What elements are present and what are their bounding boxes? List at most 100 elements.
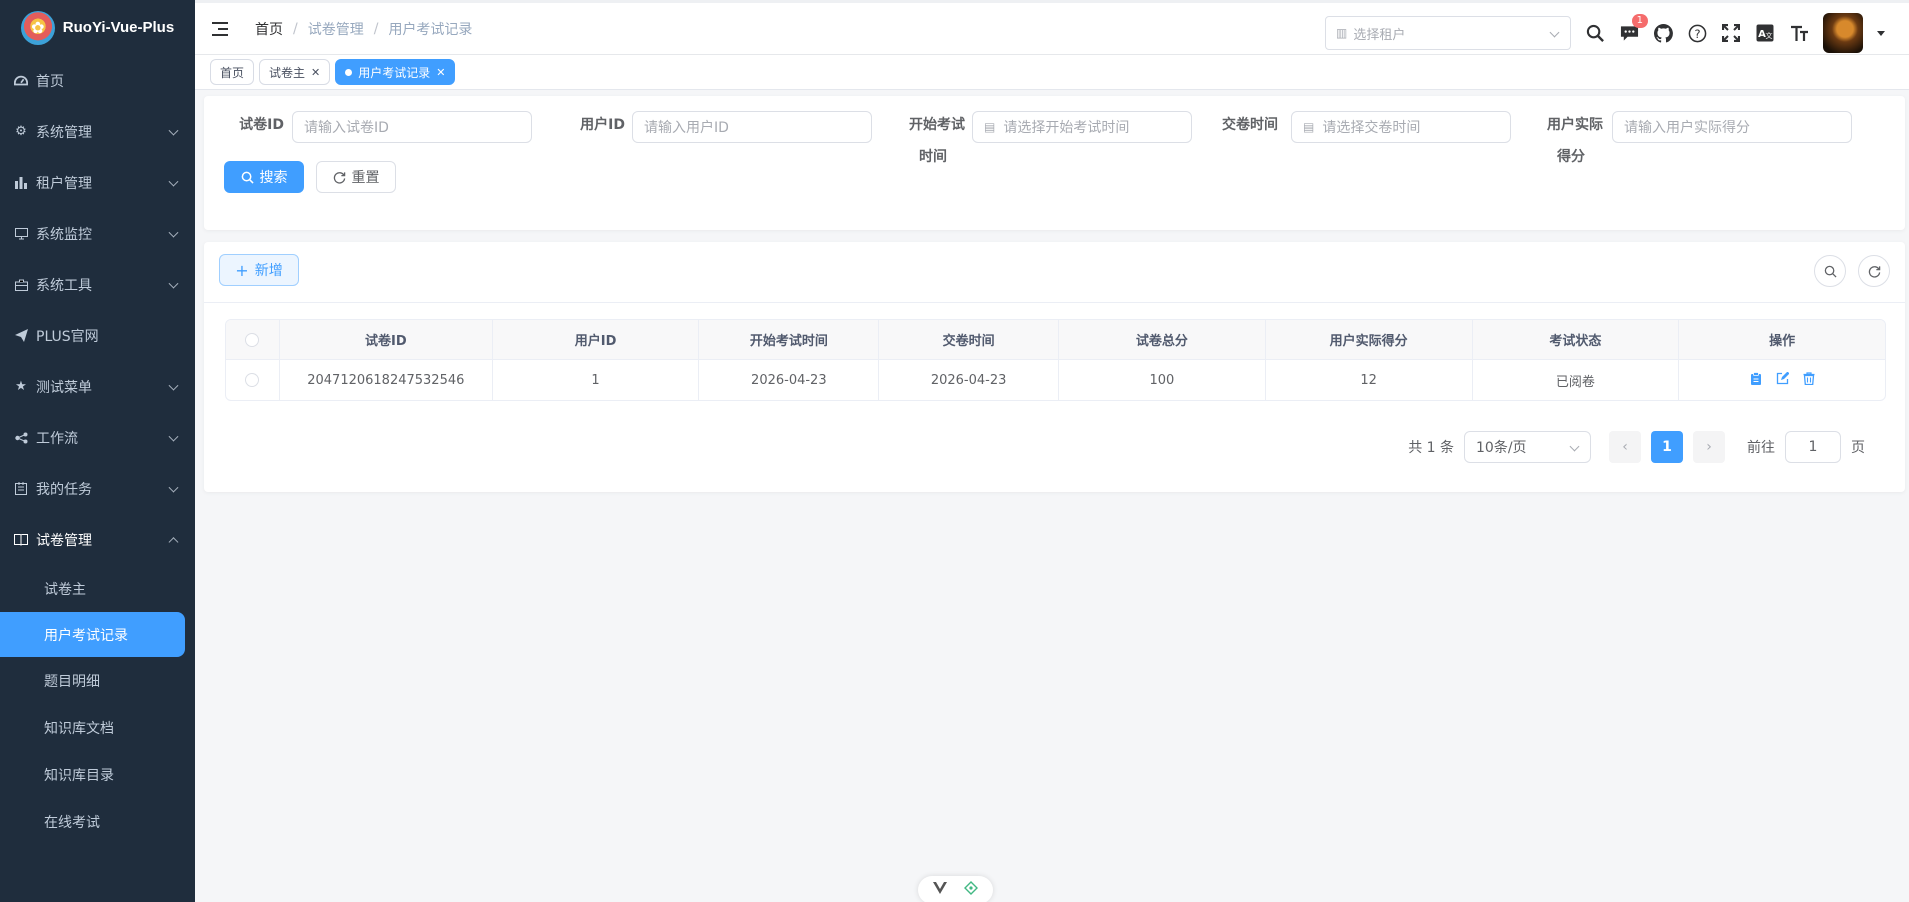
edit-icon[interactable] (1776, 371, 1790, 389)
sidebar-item-plus[interactable]: PLUS官网 (0, 310, 195, 361)
column-header[interactable]: 开始考试时间 (699, 320, 880, 359)
row-actions (1750, 371, 1815, 389)
column-header[interactable]: 交卷时间 (879, 320, 1059, 359)
breadcrumb-home[interactable]: 首页 (255, 19, 283, 39)
sidebar-item-exam-management[interactable]: 试卷管理 (0, 514, 195, 565)
column-header[interactable]: 试卷总分 (1059, 320, 1266, 359)
sidebar-item-system[interactable]: ⚙ 系统管理 (0, 106, 195, 157)
book-icon (13, 533, 29, 546)
submit-time-placeholder: 请选择交卷时间 (1322, 120, 1421, 136)
search-icon[interactable] (1585, 23, 1605, 43)
sidebar-subitem-knowledge-catalog[interactable]: 知识库目录 (0, 751, 195, 798)
prev-page-button[interactable]: ‹ (1609, 431, 1641, 463)
reset-button-label: 重置 (351, 170, 380, 186)
column-header[interactable]: 用户实际得分 (1266, 320, 1473, 359)
table-row[interactable]: 2047120618247532546 1 2026-04-23 2026-04… (226, 360, 1885, 400)
page-number-button[interactable]: 1 (1651, 431, 1683, 463)
row-checkbox[interactable] (245, 373, 260, 387)
chevron-down-icon (168, 176, 179, 187)
sidebar-toggle-icon[interactable] (212, 21, 230, 36)
sidebar-item-tools[interactable]: 系统工具 (0, 259, 195, 310)
github-icon[interactable] (1653, 23, 1673, 43)
sidebar-item-tenant[interactable]: 租户管理 (0, 157, 195, 208)
page-size-select[interactable]: 10条/页 (1464, 431, 1591, 463)
breadcrumb: 首页 / 试卷管理 / 用户考试记录 (255, 19, 472, 39)
sidebar-subitem-online-exam[interactable]: 在线考试 (0, 798, 195, 845)
cell-start-time: 2026-04-23 (699, 360, 880, 400)
font-size-icon[interactable] (1789, 23, 1809, 43)
chevron-left-icon: ‹ (1622, 439, 1628, 455)
task-icon (13, 482, 29, 495)
tag-user-exam-records[interactable]: 用户考试记录 ✕ (335, 59, 456, 85)
star-icon: ★ (15, 379, 27, 394)
cell-user-id: 1 (493, 360, 700, 400)
sidebar-subitem-paper-master[interactable]: 试卷主 (0, 565, 195, 612)
inspector-icon[interactable] (964, 881, 979, 899)
delete-icon[interactable] (1803, 371, 1815, 389)
actual-score-input[interactable]: 请输入用户实际得分 (1612, 111, 1852, 143)
start-time-picker[interactable]: ▤ 请选择开始考试时间 (972, 111, 1192, 143)
dashboard-icon (13, 74, 29, 88)
reset-button[interactable]: 重置 (316, 161, 396, 193)
page-size-value: 10条/页 (1476, 440, 1527, 456)
sidebar-item-home[interactable]: 首页 (0, 55, 195, 106)
search-button[interactable]: 搜索 (224, 161, 304, 193)
sidebar-item-label: 租户管理 (36, 175, 92, 192)
clipboard-icon[interactable] (1750, 371, 1762, 389)
select-all-cell (226, 320, 280, 359)
sidebar-item-my-tasks[interactable]: 我的任务 (0, 463, 195, 514)
select-all-checkbox[interactable] (245, 332, 260, 347)
active-dot-icon (345, 68, 353, 76)
column-header[interactable]: 考试状态 (1473, 320, 1680, 359)
avatar[interactable] (1823, 13, 1863, 53)
fullscreen-icon[interactable] (1721, 23, 1741, 43)
toggle-search-button[interactable] (1814, 255, 1846, 287)
paper-id-label: 试卷ID (239, 117, 284, 133)
refresh-button[interactable] (1858, 255, 1890, 287)
tenant-select[interactable]: ▥ 选择租户 (1325, 16, 1571, 50)
logo[interactable]: ✿ RuoYi-Vue-Plus (0, 0, 195, 55)
sidebar: ✿ RuoYi-Vue-Plus 首页 ⚙ 系统管理 租户管理 系统监控 系统工… (0, 0, 195, 902)
svg-text:文: 文 (1766, 31, 1773, 40)
submenu-exam-management: 试卷主 用户考试记录 题目明细 知识库文档 知识库目录 在线考试 (0, 565, 195, 845)
sidebar-item-workflow[interactable]: 工作流 (0, 412, 195, 463)
cell-total-score: 100 (1059, 360, 1266, 400)
top-navbar: 首页 / 试卷管理 / 用户考试记录 ▥ 选择租户 1 ? A文 (195, 0, 1909, 55)
caret-down-icon[interactable] (1877, 30, 1885, 36)
help-icon[interactable]: ? (1687, 23, 1707, 43)
submit-time-label: 交卷时间 (1222, 117, 1278, 133)
data-table: 试卷ID 用户ID 开始考试时间 交卷时间 试卷总分 用户实际得分 考试状态 操… (225, 319, 1886, 401)
next-page-button[interactable]: › (1693, 431, 1725, 463)
submit-time-picker[interactable]: ▤ 请选择交卷时间 (1291, 111, 1511, 143)
sidebar-item-test-menu[interactable]: ★ 测试菜单 (0, 361, 195, 412)
chevron-down-icon (1569, 441, 1580, 452)
chevron-down-icon (168, 482, 179, 493)
column-header[interactable]: 用户ID (493, 320, 700, 359)
sidebar-subitem-question-details[interactable]: 题目明细 (0, 657, 195, 704)
tag-home[interactable]: 首页 (210, 59, 255, 85)
sidebar-subitem-knowledge-docs[interactable]: 知识库文档 (0, 704, 195, 751)
start-time-label: 开始考试 (909, 117, 965, 133)
goto-label: 前往 (1747, 440, 1775, 456)
sidebar-item-monitor[interactable]: 系统监控 (0, 208, 195, 259)
user-id-input[interactable]: 请输入用户ID (632, 111, 872, 143)
start-time-placeholder: 请选择开始考试时间 (1003, 120, 1130, 136)
goto-page-input[interactable]: 1 (1785, 431, 1841, 463)
close-icon[interactable]: ✕ (311, 66, 320, 79)
logo-icon: ✿ (20, 10, 55, 45)
vue-devtools-icon[interactable] (932, 882, 947, 898)
sidebar-subitem-user-exam-records[interactable]: 用户考试记录 (0, 612, 185, 657)
chevron-right-icon: › (1706, 439, 1712, 455)
workflow-icon (13, 432, 29, 444)
paper-id-input[interactable]: 请输入试卷ID (292, 111, 532, 143)
message-icon[interactable]: 1 (1619, 14, 1648, 43)
refresh-icon (1868, 265, 1880, 278)
close-icon[interactable]: ✕ (436, 66, 445, 79)
building-icon: ▥ (1336, 26, 1348, 40)
actual-score-label-line2: 得分 (1557, 149, 1585, 165)
translate-icon[interactable]: A文 (1755, 23, 1775, 43)
column-header[interactable]: 试卷ID (280, 320, 493, 359)
tag-paper-master[interactable]: 试卷主 ✕ (259, 59, 331, 85)
add-button[interactable]: + 新增 (219, 254, 299, 286)
pagination-total: 共 1 条 (1408, 440, 1454, 456)
